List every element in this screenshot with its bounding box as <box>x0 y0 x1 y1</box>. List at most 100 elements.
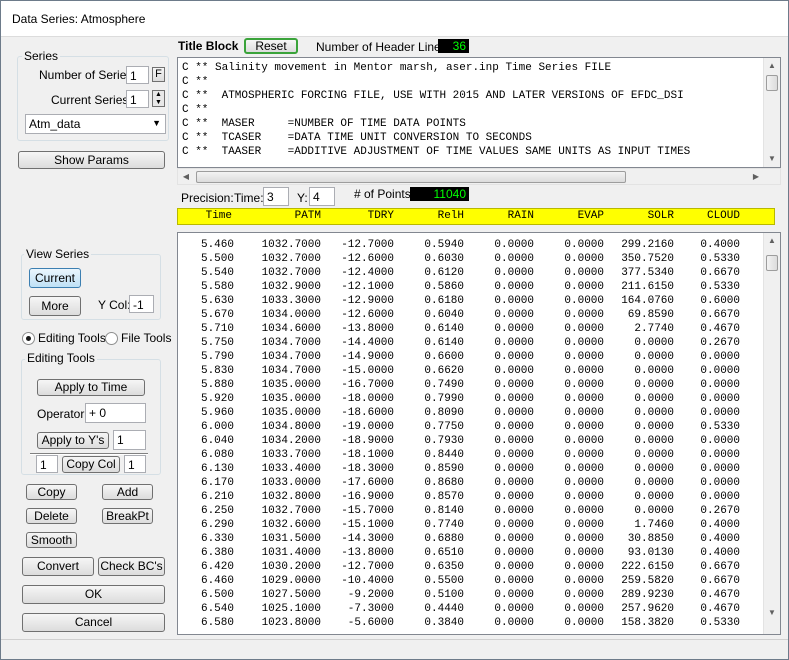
editing-tools-radio-label: Editing Tools <box>38 331 106 345</box>
table-row[interactable]: 6.500 1027.5000 -9.2000 0.5100 0.0000 0.0000 2… <box>178 588 758 602</box>
table-row[interactable]: 6.330 1031.5000 -14.3000 0.6880 0.0000 0.0000… <box>178 532 758 546</box>
editing-tools-radio[interactable] <box>22 332 35 345</box>
apply-to-time-button[interactable]: Apply to Time <box>37 379 145 396</box>
table-row[interactable]: 5.460 1032.7000 -12.7000 0.5940 0.0000 0.0000… <box>178 238 758 252</box>
table-row[interactable]: 5.880 1035.0000 -16.7000 0.7490 0.0000 0.0000… <box>178 378 758 392</box>
table-cell: 0.0000 <box>494 519 534 531</box>
table-cell: 0.0000 <box>634 379 674 391</box>
number-of-series-field[interactable]: 1 <box>126 66 149 84</box>
table-row[interactable]: 6.000 1034.8000 -19.0000 0.7750 0.0000 0.0000… <box>178 420 758 434</box>
convert-button[interactable]: Convert <box>22 557 94 576</box>
f-button[interactable]: F <box>152 67 165 82</box>
spin-down-icon[interactable]: ▼ <box>153 99 164 106</box>
current-series-field[interactable]: 1 <box>126 90 149 108</box>
operator-field[interactable]: + 0 <box>85 403 146 423</box>
table-row[interactable]: 5.580 1032.9000 -12.1000 0.5860 0.0000 0.0000… <box>178 280 758 294</box>
file-tools-radio-label: File Tools <box>121 331 172 345</box>
table-row[interactable]: 5.500 1032.7000 -12.6000 0.6030 0.0000 0.0000… <box>178 252 758 266</box>
current-button[interactable]: Current <box>29 268 81 288</box>
scroll-left-icon[interactable]: ◀ <box>178 169 194 185</box>
table-row[interactable]: 5.540 1032.7000 -12.4000 0.6120 0.0000 0.0000… <box>178 266 758 280</box>
copy-col-right-field[interactable]: 1 <box>124 455 146 473</box>
header-lines-label: Number of Header Lines: <box>316 40 451 54</box>
table-row[interactable]: 6.290 1032.6000 -15.1000 0.7740 0.0000 0.0000… <box>178 518 758 532</box>
series-dropdown[interactable]: Atm_data ▼ <box>25 114 166 134</box>
table-cell: 1023.8000 <box>261 617 321 629</box>
title-block-vscrollbar[interactable]: ▲ ▼ <box>763 58 780 167</box>
check-bcs-button[interactable]: Check BC's <box>98 557 165 576</box>
scroll-up-icon[interactable]: ▲ <box>764 58 780 74</box>
table-row[interactable]: 5.710 1034.6000 -13.8000 0.6140 0.0000 0.0000… <box>178 322 758 336</box>
table-cell: -12.7000 <box>341 239 394 251</box>
table-cell: 0.6120 <box>424 267 464 279</box>
reset-button[interactable]: Reset <box>244 38 298 54</box>
table-cell: 377.5340 <box>621 267 674 279</box>
table-cell: 1032.7000 <box>261 253 321 265</box>
table-row[interactable]: 6.210 1032.8000 -16.9000 0.8570 0.0000 0.0000… <box>178 490 758 504</box>
table-row[interactable]: 5.960 1035.0000 -18.6000 0.8090 0.0000 0.0000… <box>178 406 758 420</box>
scroll-down-icon[interactable]: ▼ <box>764 151 780 167</box>
spin-up-icon[interactable]: ▲ <box>153 91 164 98</box>
hscroll-thumb[interactable] <box>196 171 626 183</box>
current-series-spinner[interactable]: ▲ ▼ <box>152 90 165 107</box>
table-row[interactable]: 6.130 1033.4000 -18.3000 0.8590 0.0000 0.0000… <box>178 462 758 476</box>
show-params-button[interactable]: Show Params <box>18 151 165 169</box>
table-row[interactable]: 6.380 1031.4000 -13.8000 0.6510 0.0000 0.0000… <box>178 546 758 560</box>
precision-time-field[interactable]: 3 <box>263 187 289 206</box>
table-row[interactable]: 5.830 1034.7000 -15.0000 0.6620 0.0000 0.0000… <box>178 364 758 378</box>
table-cell: 0.0000 <box>634 365 674 377</box>
more-button[interactable]: More <box>29 296 81 316</box>
table-row[interactable]: 5.790 1034.7000 -14.9000 0.6600 0.0000 0.0000… <box>178 350 758 364</box>
copy-col-left-field[interactable]: 1 <box>36 455 58 473</box>
table-cell: 6.170 <box>200 477 234 489</box>
table-row[interactable]: 6.040 1034.2000 -18.9000 0.7930 0.0000 0.0000… <box>178 434 758 448</box>
table-cell: -14.3000 <box>341 533 394 545</box>
table-cell: 1029.0000 <box>261 575 321 587</box>
table-cell: 6.330 <box>200 533 234 545</box>
table-row[interactable]: 6.250 1032.7000 -15.7000 0.8140 0.0000 0.0000… <box>178 504 758 518</box>
column-header-patm: PATM <box>294 210 321 222</box>
ycol-field[interactable]: -1 <box>129 295 154 313</box>
table-row[interactable]: 6.420 1030.2000 -12.7000 0.6350 0.0000 0.0000… <box>178 560 758 574</box>
scroll-down-icon[interactable]: ▼ <box>764 605 780 621</box>
copy-col-button[interactable]: Copy Col <box>62 456 120 473</box>
scroll-thumb[interactable] <box>766 75 778 91</box>
table-cell: 5.710 <box>200 323 234 335</box>
table-row[interactable]: 6.580 1023.8000 -5.6000 0.3840 0.0000 0.0000 1… <box>178 616 758 630</box>
table-row[interactable]: 6.540 1025.1000 -7.3000 0.4440 0.0000 0.0000 2… <box>178 602 758 616</box>
table-cell: -10.4000 <box>341 575 394 587</box>
data-grid[interactable]: 5.460 1032.7000 -12.7000 0.5940 0.0000 0.0000… <box>177 232 781 635</box>
title-block-hscrollbar[interactable]: ◀ ▶ <box>177 168 781 185</box>
table-row[interactable]: 5.630 1033.3000 -12.9000 0.6180 0.0000 0.0000… <box>178 294 758 308</box>
title-block-textarea[interactable]: C ** Salinity movement in Mentor marsh, … <box>177 57 781 168</box>
precision-y-field[interactable]: 4 <box>309 187 335 206</box>
table-row[interactable]: 5.750 1034.7000 -14.4000 0.6140 0.0000 0.0000… <box>178 336 758 350</box>
scroll-thumb[interactable] <box>766 255 778 271</box>
apply-to-ys-button[interactable]: Apply to Y's <box>37 432 109 449</box>
table-cell: 0.6140 <box>424 323 464 335</box>
scroll-up-icon[interactable]: ▲ <box>764 233 780 249</box>
scroll-right-icon[interactable]: ▶ <box>748 169 764 185</box>
ok-button[interactable]: OK <box>22 585 165 604</box>
table-cell: 0.0000 <box>634 337 674 349</box>
table-cell: 0.0000 <box>494 505 534 517</box>
table-cell: 6.000 <box>200 421 234 433</box>
table-row[interactable]: 5.670 1034.0000 -12.6000 0.6040 0.0000 0.0000… <box>178 308 758 322</box>
smooth-button[interactable]: Smooth <box>26 532 77 548</box>
table-cell: 0.7930 <box>424 435 464 447</box>
title-line: C ** <box>182 76 209 88</box>
apply-to-ys-field[interactable]: 1 <box>113 430 146 450</box>
data-grid-vscrollbar[interactable]: ▲ ▼ <box>763 233 780 634</box>
table-row[interactable]: 5.920 1035.0000 -18.0000 0.7990 0.0000 0.0000… <box>178 392 758 406</box>
table-row[interactable]: 6.170 1033.0000 -17.6000 0.8680 0.0000 0.0000… <box>178 476 758 490</box>
table-row[interactable]: 6.080 1033.7000 -18.1000 0.8440 0.0000 0.0000… <box>178 448 758 462</box>
delete-button[interactable]: Delete <box>26 508 77 524</box>
table-row[interactable]: 6.460 1029.0000 -10.4000 0.5500 0.0000 0.0000… <box>178 574 758 588</box>
table-cell: 0.0000 <box>564 519 604 531</box>
file-tools-radio[interactable] <box>105 332 118 345</box>
add-button[interactable]: Add <box>102 484 153 500</box>
cancel-button[interactable]: Cancel <box>22 613 165 632</box>
copy-button[interactable]: Copy <box>26 484 77 500</box>
breakpt-button[interactable]: BreakPt <box>102 508 153 524</box>
table-cell: 0.0000 <box>564 617 604 629</box>
